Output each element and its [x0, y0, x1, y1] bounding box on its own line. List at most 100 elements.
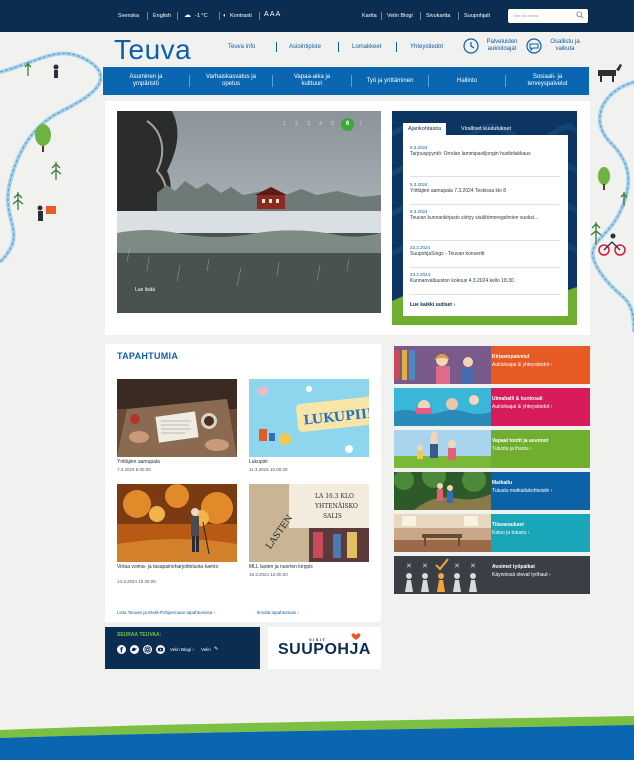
contrast-toggle[interactable]: Kontrasti [230, 13, 252, 19]
hero-slide[interactable] [117, 111, 381, 313]
slide-indicator-5[interactable]: 5 [331, 121, 334, 127]
tile-subtitle: Katso ja tutustu › [492, 530, 530, 536]
poster-line: YHTENÄISKO [314, 503, 358, 510]
facebook-icon[interactable]: f [117, 645, 126, 655]
nav-teuva-info[interactable]: Teuva info [228, 44, 255, 50]
tile-swimming-hall[interactable]: Uimahalli & kuntosali Aukioloajat & yhte… [394, 388, 590, 426]
event-date: 11.3.2024 10.00.00 [249, 467, 288, 472]
velin-blog-link[interactable]: Velin Blogi › [170, 647, 194, 652]
slide-indicator-active[interactable]: 6 [341, 118, 354, 131]
nav-lomakkeet[interactable]: Lomakkeet [352, 44, 381, 50]
language-english-link[interactable]: English [153, 13, 171, 19]
nav-tyo[interactable]: Työ ja yrittäminen [352, 67, 428, 95]
youtube-icon[interactable] [156, 645, 165, 654]
news-list [403, 135, 568, 316]
tile-open-jobs[interactable]: ✕ ✕ ✕ ✕ Avoimet työpaikat Käynnissä olevat … [394, 556, 590, 594]
svg-text:✕: ✕ [470, 562, 476, 570]
events-list-link[interactable]: Lista Teuvan ja Etelä-Pohjanmaan tapahtu… [117, 610, 215, 615]
nav-sosiaali[interactable]: Sosiaali- ja terveyspalvelut [506, 67, 589, 95]
font-size-controls[interactable]: A A A [264, 11, 280, 18]
chat-icon[interactable] [526, 38, 542, 54]
tile-library[interactable]: Kirjastopalvelut Aukioloajat & yhteystie… [394, 346, 590, 384]
news-item[interactable]: 5.3.2024 Teuvan kunnankirjasto siirtyy s… [410, 209, 560, 222]
velin-link[interactable]: Velin [201, 647, 211, 652]
search-input[interactable]: Hae sivustolta [508, 9, 588, 23]
event-image-balance-lecture[interactable] [117, 484, 237, 562]
divider [410, 294, 560, 295]
event-image-breakfast[interactable] [117, 379, 237, 457]
twitter-icon[interactable] [130, 645, 139, 654]
slide-indicator-3[interactable]: 3 [307, 121, 310, 127]
tile-photo-library [394, 346, 491, 384]
news-title: Teuvan kunnankirjasto siirtyy sisältömor… [410, 215, 539, 221]
event-title[interactable]: Lukupiiri [249, 459, 268, 465]
tile-photo-jobs: ✕ ✕ ✕ ✕ [394, 556, 491, 594]
nav-vapaa-aika[interactable]: Vapaa-aika ja kulttuuri [273, 67, 351, 95]
map-link[interactable]: Kartta [362, 13, 377, 19]
tile-room-reservations[interactable]: Tilavaraukset Katso ja tutustu › [394, 514, 590, 552]
nav-yhteystiedot[interactable]: Yhteystiedot [410, 44, 443, 50]
visit-suupohja-logo[interactable]: VISIT SUUPOHJA [268, 627, 381, 669]
news-title: SuupohjaSings - Teuvan konsertit [410, 251, 485, 257]
tile-plots-and-housing[interactable]: Vapaat tontit ja asunnot Tutustu ja ihas… [394, 430, 590, 468]
nav-hallinto[interactable]: Hallinto [429, 67, 505, 95]
divider [410, 267, 560, 268]
divider [219, 12, 220, 20]
event-date: 14.3.2024 10.00.00 [117, 579, 156, 584]
tile-subtitle: Tutustu matkailukohteisiin › [492, 488, 553, 494]
report-event-link[interactable]: Ilmoita tapahtumasi › [257, 610, 299, 615]
search-icon[interactable] [576, 11, 584, 19]
slide-indicator-7[interactable]: 7 [359, 121, 362, 127]
news-item[interactable]: 23.2.2024 Kunnanvaltuuston kokous 4.3.20… [410, 272, 560, 285]
mascot-icon: ✎ [214, 646, 219, 652]
svg-text:✕: ✕ [454, 562, 460, 570]
follow-box: SEURAA TEUVAA: f Velin Blogi › Velin ✎ [105, 627, 260, 669]
clock-icon[interactable] [463, 38, 479, 54]
nav-asuminen[interactable]: Asuminen ja ympäristö [103, 67, 189, 95]
instagram-icon[interactable] [143, 645, 152, 654]
tab-current-news[interactable]: Ajankohtaista [403, 123, 447, 135]
slide-indicator-1[interactable]: 1 [283, 121, 286, 127]
svg-text:f: f [120, 647, 124, 655]
event-date: 16.3.2024 12.00.00 [249, 572, 288, 577]
event-title[interactable]: MLL lasten ja nuorten kirppis [249, 564, 371, 570]
event-title[interactable]: Virtaa voima- ja tasapainoharjoittelusta… [117, 564, 239, 570]
svg-text:✕: ✕ [422, 562, 428, 570]
slide-indicator-4[interactable]: 4 [319, 121, 322, 127]
velin-blog-link[interactable]: Velin Blogi [387, 13, 413, 19]
teuva-logo[interactable]: Teuva [114, 34, 191, 66]
tab-official-notices[interactable]: Viralliset kuulutukset [456, 123, 516, 135]
opening-hours-link[interactable]: Palveluiden aukioloajat [482, 39, 522, 53]
suupohja-link[interactable]: Suupohjalt [464, 13, 490, 19]
news-item[interactable]: 5.3.2024 Yrittäjien aamupala 7.3.2024 Te… [410, 182, 560, 195]
nav-asiointipiste[interactable]: Asiointipiste [289, 44, 321, 50]
tile-title: Vapaat tontit ja asunnot [492, 438, 549, 444]
slide-indicator-2[interactable]: 2 [295, 121, 298, 127]
tile-title: Kirjastopalvelut [492, 354, 530, 360]
tile-title: Avoimet työpaikat [492, 564, 535, 570]
event-title[interactable]: Yrittäjien aamupala [117, 459, 160, 465]
tile-tourism[interactable]: Matkailu Tutustu matkailukohteisiin › [394, 472, 590, 510]
svg-text:✕: ✕ [406, 562, 412, 570]
participate-link[interactable]: Osallistu ja vaikuta [544, 39, 586, 53]
hero-read-more-link[interactable]: Lue lisää [135, 287, 155, 293]
tile-photo-forest [394, 472, 491, 510]
event-image-reading-circle[interactable]: LUKUPIIRI [249, 379, 369, 457]
tile-subtitle: Aukioloajat & yhteystiedot › [492, 404, 553, 410]
poster-line: SALIS [323, 513, 342, 520]
tile-subtitle: Tutustu ja ihastu › [492, 446, 532, 452]
divider [276, 42, 277, 52]
weather-icon: ☁ [184, 12, 191, 19]
news-item[interactable]: 23.2.2024 SuupohjaSings - Teuvan konsert… [410, 245, 560, 258]
event-date: 7.3.2024 8.00.00 [117, 467, 151, 472]
news-title: Kunnanvaltuuston kokous 4.3.2024 kello 1… [410, 278, 514, 284]
language-swedish-link[interactable]: Svenska [118, 13, 139, 19]
all-news-link[interactable]: Lue kaikki uutiset › [410, 302, 455, 308]
event-image-flea-market[interactable]: LA 16.3 KLO YHTENÄISKO SALIS LASTEN [249, 484, 369, 562]
news-item[interactable]: 6.3.2024 Tarjouspyyntö: Orrelan lammipav… [410, 145, 560, 158]
follow-heading: SEURAA TEUVAA: [117, 632, 162, 638]
divider [410, 240, 560, 241]
sitemap-link[interactable]: Sivukartta [426, 13, 450, 19]
suupohja-wordmark: SUUPOHJA [278, 641, 371, 658]
nav-varhaiskasvatus[interactable]: Varhaiskasvatus ja opetus [190, 67, 272, 95]
